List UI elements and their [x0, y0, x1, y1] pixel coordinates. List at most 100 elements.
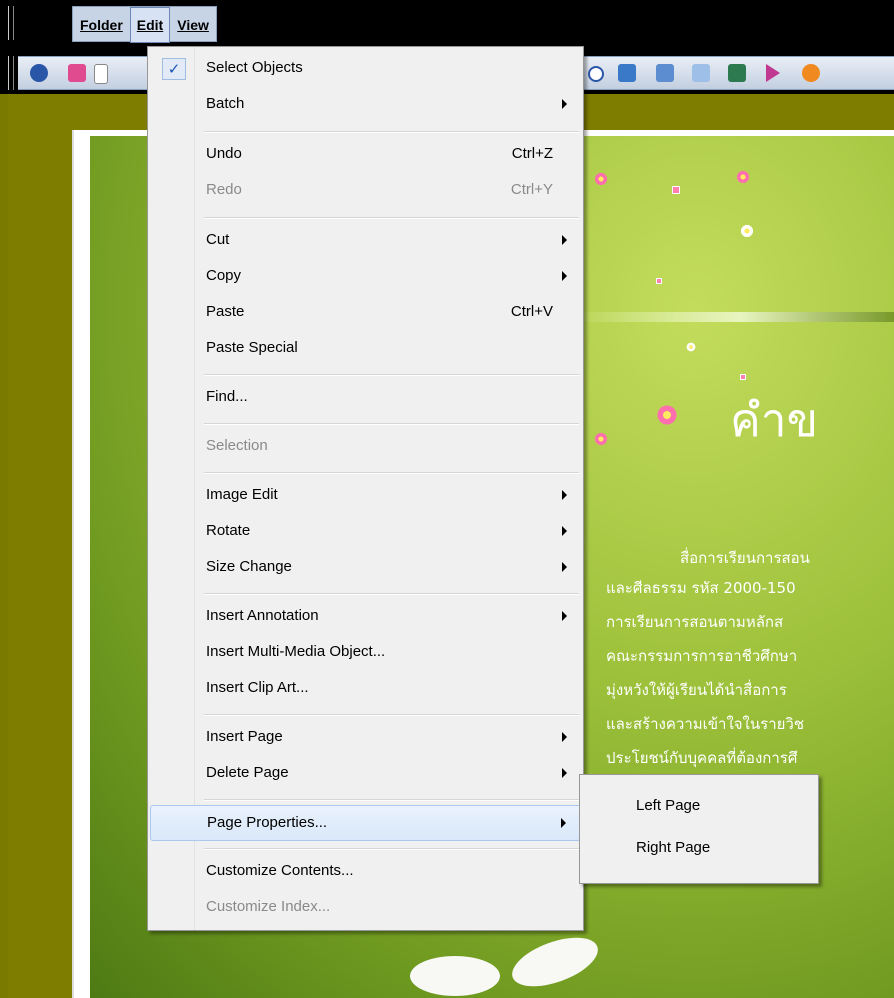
menu-item-label: Select Objects: [206, 59, 303, 76]
page-white-icon[interactable]: [94, 64, 108, 84]
submenu-arrow-icon: [561, 818, 566, 828]
menu-separator: [204, 131, 579, 133]
menu-separator: [204, 374, 579, 376]
submenu-item-label: Right Page: [636, 839, 711, 856]
menu-item-label: Batch: [206, 95, 245, 112]
menu-item-label: Page Properties...: [207, 814, 328, 831]
menu-item-insert-multimedia[interactable]: Insert Multi-Media Object...: [150, 635, 581, 671]
menu-item-label: Copy: [206, 267, 242, 284]
arrow-icon[interactable]: [30, 64, 48, 82]
menu-folder[interactable]: Folder: [73, 7, 130, 43]
menu-item-image-edit[interactable]: Image Edit: [150, 478, 581, 514]
menu-item-label: Size Change: [206, 558, 292, 575]
edit-menu: ✓ Select Objects Batch Undo Ctrl+Z Redo …: [147, 46, 584, 931]
menu-item-label: Rotate: [206, 522, 251, 539]
shortcut-text: Ctrl+Y: [510, 181, 553, 198]
flower-icon[interactable]: [802, 64, 820, 82]
page-text-line: มุ่งหวังให้ผู้เรียนได้นำสื่อการ: [606, 681, 787, 699]
submenu-arrow-icon: [562, 611, 567, 621]
submenu-arrow-icon: [562, 768, 567, 778]
menu-item-label: Customize Contents...: [206, 862, 354, 879]
submenu-item-label: Left Page: [636, 797, 701, 814]
menu-edit[interactable]: Edit: [129, 7, 171, 43]
menu-item-label: Customize Index...: [206, 898, 331, 915]
menu-item-insert-page[interactable]: Insert Page: [150, 720, 581, 756]
page-text-line: และสร้างความเข้าใจในรายวิช: [606, 715, 805, 733]
shortcut-text: Ctrl+Z: [511, 145, 553, 162]
page-text-line: คณะกรรมการการอาชีวศึกษา: [606, 647, 798, 665]
menubar-grip[interactable]: [8, 6, 14, 40]
petal-decoration: [410, 956, 500, 996]
flower-decoration: [656, 404, 678, 426]
page-properties-submenu: Left Page Right Page: [579, 774, 819, 884]
page-text-line: และศีลธรรม รหัส 2000-150: [606, 579, 796, 597]
toolbar-grip[interactable]: [8, 56, 14, 90]
menu-item-customize-index[interactable]: Customize Index...: [150, 890, 581, 926]
checkmark-icon: ✓: [162, 58, 186, 80]
submenu-item-left-page[interactable]: Left Page: [582, 789, 816, 825]
sparkle-decoration: [740, 374, 746, 380]
menu-separator: [204, 799, 579, 801]
menu-item-label: Undo: [206, 145, 242, 162]
sparkle-decoration: [656, 278, 662, 284]
menu-item-undo[interactable]: Undo Ctrl+Z: [150, 137, 581, 173]
menu-item-find[interactable]: Find...: [150, 380, 581, 416]
submenu-arrow-icon: [562, 490, 567, 500]
flower-decoration: [594, 172, 608, 186]
menu-item-size-change[interactable]: Size Change: [150, 550, 581, 586]
menu-item-paste-special[interactable]: Paste Special: [150, 331, 581, 367]
menu-item-delete-page[interactable]: Delete Page: [150, 756, 581, 792]
menu-item-label: Find...: [206, 388, 248, 405]
menu-item-insert-annotation[interactable]: Insert Annotation: [150, 599, 581, 635]
menu-item-select-objects[interactable]: ✓ Select Objects: [150, 51, 581, 87]
menu-item-label: Paste: [206, 303, 245, 320]
page-text-line: ประโยชน์กับบุคคลที่ต้องการศึ: [606, 749, 798, 767]
submenu-arrow-icon: [562, 99, 567, 109]
menu-item-selection[interactable]: Selection: [150, 429, 581, 465]
menu-item-insert-clip-art[interactable]: Insert Clip Art...: [150, 671, 581, 707]
menu-item-redo[interactable]: Redo Ctrl+Y: [150, 173, 581, 209]
menu-item-cut[interactable]: Cut: [150, 223, 581, 259]
page-heading: คำข: [730, 393, 819, 447]
menu-item-label: Selection: [206, 437, 268, 454]
menu-item-rotate[interactable]: Rotate: [150, 514, 581, 550]
menu-separator: [204, 472, 579, 474]
page-text-line: การเรียนการสอนตามหลักส: [606, 613, 784, 631]
swap-icon[interactable]: [618, 64, 636, 82]
submenu-arrow-icon: [562, 526, 567, 536]
flower-decoration: [594, 432, 608, 446]
menu-item-label: Insert Clip Art...: [206, 679, 309, 696]
pointer-icon[interactable]: [766, 64, 780, 82]
menu-item-label: Delete Page: [206, 764, 289, 781]
menu-item-label: Insert Page: [206, 728, 283, 745]
menu-item-batch[interactable]: Batch: [150, 87, 581, 123]
play-icon[interactable]: [588, 66, 604, 82]
flower-decoration: [736, 170, 750, 184]
menu-item-label: Redo: [206, 181, 242, 198]
submenu-item-right-page[interactable]: Right Page: [582, 831, 816, 867]
submenu-arrow-icon: [562, 235, 567, 245]
menu-item-copy[interactable]: Copy: [150, 259, 581, 295]
menu-separator: [204, 423, 579, 425]
menu-view[interactable]: View: [170, 7, 216, 43]
submenu-arrow-icon: [562, 732, 567, 742]
chart-icon[interactable]: [728, 64, 746, 82]
flower-decoration: [740, 224, 754, 238]
menu-item-label: Cut: [206, 231, 230, 248]
menu-item-label: Image Edit: [206, 486, 278, 503]
sparkle-decoration: [672, 186, 680, 194]
menu-separator: [204, 217, 579, 219]
page-text-line: สื่อการเรียนการสอน: [680, 549, 810, 567]
textbox-icon[interactable]: [692, 64, 710, 82]
image-icon[interactable]: [656, 64, 674, 82]
menu-separator: [204, 714, 579, 716]
page-pink-icon[interactable]: [68, 64, 86, 82]
menu-separator: [204, 848, 579, 850]
menu-item-label: Paste Special: [206, 339, 298, 356]
menu-item-page-properties[interactable]: Page Properties...: [150, 805, 581, 841]
submenu-arrow-icon: [562, 562, 567, 572]
menu-item-label: Insert Multi-Media Object...: [206, 643, 386, 660]
flower-decoration: [686, 342, 696, 352]
menu-item-customize-contents[interactable]: Customize Contents...: [150, 854, 581, 890]
menu-item-paste[interactable]: Paste Ctrl+V: [150, 295, 581, 331]
